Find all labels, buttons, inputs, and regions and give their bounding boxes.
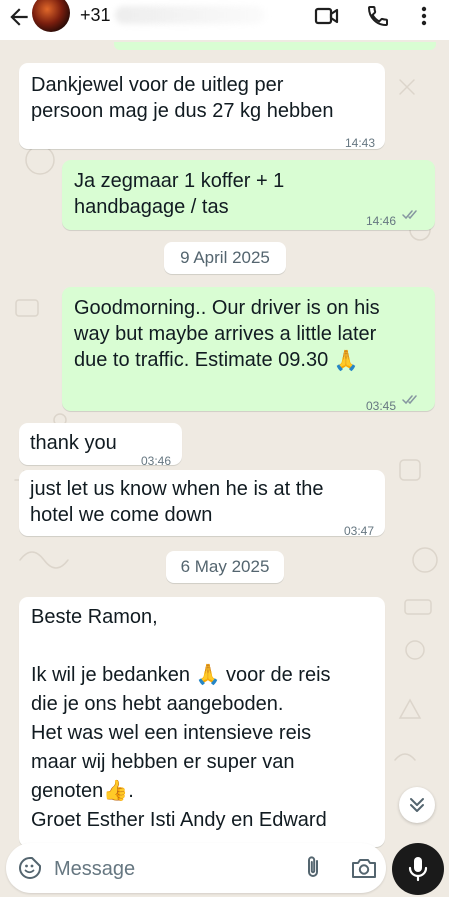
camera-icon[interactable] [350, 855, 378, 881]
sticker-emoji-icon[interactable] [18, 856, 42, 880]
message-bubble-outgoing[interactable]: Ja zegmaar 1 koffer + 1 handbagage / tas… [62, 160, 435, 230]
message-text: Ja zegmaar 1 koffer + 1 handbagage / tas [74, 170, 285, 218]
message-time: 14:46 [366, 214, 397, 228]
message-time: 03:45 [366, 399, 397, 413]
message-text: Beste Ramon, Ik wil je bedanken 🙏 voor d… [31, 606, 331, 832]
message-time: 03:47 [344, 524, 375, 538]
chat-header: +31 [0, 0, 449, 40]
message-bubble-incoming[interactable]: Dankjewel voor de uitleg per persoon mag… [19, 63, 385, 150]
attach-icon[interactable] [302, 855, 324, 881]
previous-message-edge [114, 42, 436, 50]
folded-hands-emoji: 🙏 [333, 349, 359, 372]
more-vert-icon[interactable] [414, 4, 434, 28]
contact-name[interactable]: +31 [80, 5, 111, 26]
avatar[interactable] [32, 0, 70, 32]
back-arrow-icon[interactable] [6, 4, 32, 30]
message-composer [6, 843, 386, 893]
message-text: Goodmorning.. Our driver is on his way b… [74, 297, 380, 372]
message-bubble-incoming[interactable]: just let us know when he is at the hotel… [19, 470, 385, 538]
message-bubble-outgoing[interactable]: Goodmorning.. Our driver is on his way b… [62, 287, 435, 413]
message-text: just let us know when he is at the hotel… [30, 478, 324, 526]
redacted-name [115, 6, 265, 24]
read-ticks-icon [402, 395, 417, 405]
message-time: 14:43 [345, 136, 376, 150]
date-separator: 6 May 2025 [166, 551, 284, 583]
video-call-icon[interactable] [314, 4, 340, 28]
thumbs-up-emoji: 👍 [103, 780, 129, 803]
message-bubble-incoming[interactable]: Beste Ramon, Ik wil je bedanken 🙏 voor d… [19, 597, 385, 847]
read-ticks-icon [402, 210, 417, 220]
folded-hands-emoji: 🙏 [195, 664, 221, 687]
message-bubble-incoming[interactable]: thank you 03:46 [19, 423, 182, 468]
message-text: Dankjewel voor de uitleg per persoon mag… [31, 74, 334, 122]
voice-message-button[interactable] [392, 843, 444, 895]
phone-icon[interactable] [365, 4, 391, 28]
date-separator: 9 April 2025 [164, 242, 286, 274]
microphone-icon [408, 857, 428, 882]
double-chevron-down-icon [410, 798, 424, 812]
message-text: thank you [30, 432, 117, 454]
message-input[interactable] [52, 854, 276, 884]
scroll-to-bottom-button[interactable] [399, 787, 435, 823]
